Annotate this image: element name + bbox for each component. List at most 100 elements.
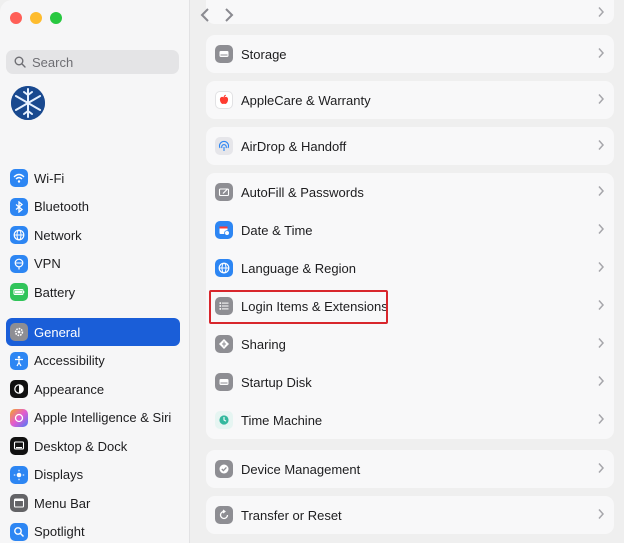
applecare-icon [215, 91, 233, 109]
sidebar-item-accessibility[interactable]: Accessibility [6, 347, 180, 375]
row-label: Date & Time [241, 222, 313, 238]
row-label: Sharing [241, 336, 286, 352]
row-applecare-warranty[interactable]: AppleCare & Warranty [206, 81, 614, 119]
wifi-icon [10, 169, 28, 187]
disk-icon [215, 373, 233, 391]
airdrop-icon [215, 137, 233, 155]
time-machine-icon [215, 411, 233, 429]
row-label: Language & Region [241, 260, 356, 276]
search-icon [14, 56, 26, 68]
sidebar-item-vpn[interactable]: VPN [6, 250, 180, 278]
chevron-right-icon [598, 509, 605, 519]
sidebar-item-spotlight[interactable]: Spotlight [6, 518, 180, 543]
row-startup-disk[interactable]: Startup Disk [206, 363, 614, 401]
row-label: AppleCare & Warranty [241, 92, 371, 108]
sidebar-item-bluetooth[interactable]: Bluetooth [6, 193, 180, 221]
forward-chevron-icon[interactable] [224, 7, 234, 23]
row-storage[interactable]: Storage [206, 35, 614, 73]
row-time-machine[interactable]: Time Machine [206, 401, 614, 439]
back-chevron-icon[interactable] [200, 7, 210, 23]
row-label: AirDrop & Handoff [241, 138, 347, 154]
vpn-globe-icon [10, 254, 28, 273]
sidebar-item-label: Menu Bar [34, 495, 91, 511]
settings-group-transfer-reset: Transfer or Reset [206, 496, 614, 534]
chevron-right-icon [598, 224, 605, 234]
settings-group-storage: Storage [206, 35, 614, 73]
globe-icon [10, 226, 28, 244]
sidebar-item-appearance[interactable]: Appearance [6, 375, 180, 403]
sun-icon [10, 465, 28, 484]
chevron-right-icon [598, 7, 605, 17]
bluetooth-icon [10, 197, 28, 216]
row-label: Startup Disk [241, 374, 312, 390]
row-date-time[interactable]: Date & Time [206, 211, 614, 249]
sidebar-item-label: Network [34, 227, 82, 243]
menu-bar-icon [10, 494, 28, 512]
accessibility-icon [10, 351, 28, 370]
sidebar-item-label: Displays [34, 467, 84, 482]
siri-icon [10, 408, 28, 427]
row-label: Transfer or Reset [241, 507, 342, 523]
toolbar-navigation [200, 7, 234, 23]
globe-icon [215, 259, 233, 277]
chevron-right-icon [598, 463, 605, 473]
sidebar-item-wifi[interactable]: Wi-Fi [6, 164, 180, 192]
minimize-button[interactable] [30, 12, 42, 24]
sidebar-item-battery[interactable]: Battery [6, 278, 180, 306]
avatar[interactable] [11, 86, 45, 120]
sidebar-item-network[interactable]: Network [6, 221, 180, 249]
settings-group-device-management: Device Management [206, 450, 614, 488]
highlight-box [209, 290, 388, 324]
sidebar-item-label: Appearance [34, 381, 105, 397]
autofill-icon [215, 183, 233, 201]
sidebar-item-label: Apple Intelligence & Siri [34, 410, 172, 425]
chevron-right-icon [598, 376, 605, 386]
sidebar-item-label: VPN [34, 256, 61, 271]
sidebar-item-label: Battery [34, 284, 76, 300]
settings-group-top-partial [206, 0, 614, 24]
row-label: Storage [241, 46, 287, 62]
traffic-lights [10, 12, 62, 24]
sidebar-item-label: Wi-Fi [34, 170, 65, 186]
row-autofill-passwords[interactable]: AutoFill & Passwords [206, 173, 614, 211]
row-airdrop-handoff[interactable]: AirDrop & Handoff [206, 127, 614, 165]
row-language-region[interactable]: Language & Region [206, 249, 614, 287]
sidebar-item-general[interactable]: General [6, 318, 180, 346]
sidebar-item-label: Spotlight [34, 524, 85, 539]
sidebar-item-desktop-dock[interactable]: Desktop & Dock [6, 432, 180, 460]
general-settings-content: Storage AppleCare & Warranty AirDrop & H… [206, 0, 614, 543]
search-field[interactable]: Search [6, 50, 179, 74]
battery-icon [10, 283, 28, 301]
chevron-right-icon [598, 94, 605, 104]
calendar-clock-icon [215, 221, 233, 239]
sidebar-item-displays[interactable]: Displays [6, 461, 180, 489]
row-label: AutoFill & Passwords [241, 184, 364, 200]
chevron-right-icon [598, 262, 605, 272]
row-transfer-or-reset[interactable]: Transfer or Reset [206, 496, 614, 534]
sidebar-item-label: General [34, 324, 81, 340]
chevron-right-icon [598, 338, 605, 348]
row-sharing[interactable]: Sharing [206, 325, 614, 363]
chevron-right-icon [598, 48, 605, 58]
row-device-management[interactable]: Device Management [206, 450, 614, 488]
sidebar-item-menu-bar[interactable]: Menu Bar [6, 489, 180, 517]
search-placeholder: Search [32, 54, 74, 70]
sidebar-item-label: Desktop & Dock [34, 438, 128, 454]
sidebar: Search Wi-Fi Bluetooth Network VPN Batte… [0, 0, 190, 543]
chevron-right-icon [598, 186, 605, 196]
settings-window: Search Wi-Fi Bluetooth Network VPN Batte… [0, 0, 624, 543]
zoom-button[interactable] [50, 12, 62, 24]
settings-group-airdrop: AirDrop & Handoff [206, 127, 614, 165]
sidebar-item-apple-intelligence-siri[interactable]: Apple Intelligence & Siri [6, 404, 180, 432]
storage-icon [215, 45, 233, 63]
gear-icon [10, 323, 28, 341]
device-management-icon [215, 460, 233, 478]
close-button[interactable] [10, 12, 22, 24]
appearance-icon [10, 380, 28, 398]
row-label: Device Management [241, 461, 361, 477]
chevron-right-icon [598, 414, 605, 424]
sidebar-item-label: Bluetooth [34, 199, 89, 214]
magnifier-icon [10, 522, 28, 541]
sharing-icon [215, 335, 233, 353]
sidebar-item-label: Accessibility [34, 353, 105, 368]
